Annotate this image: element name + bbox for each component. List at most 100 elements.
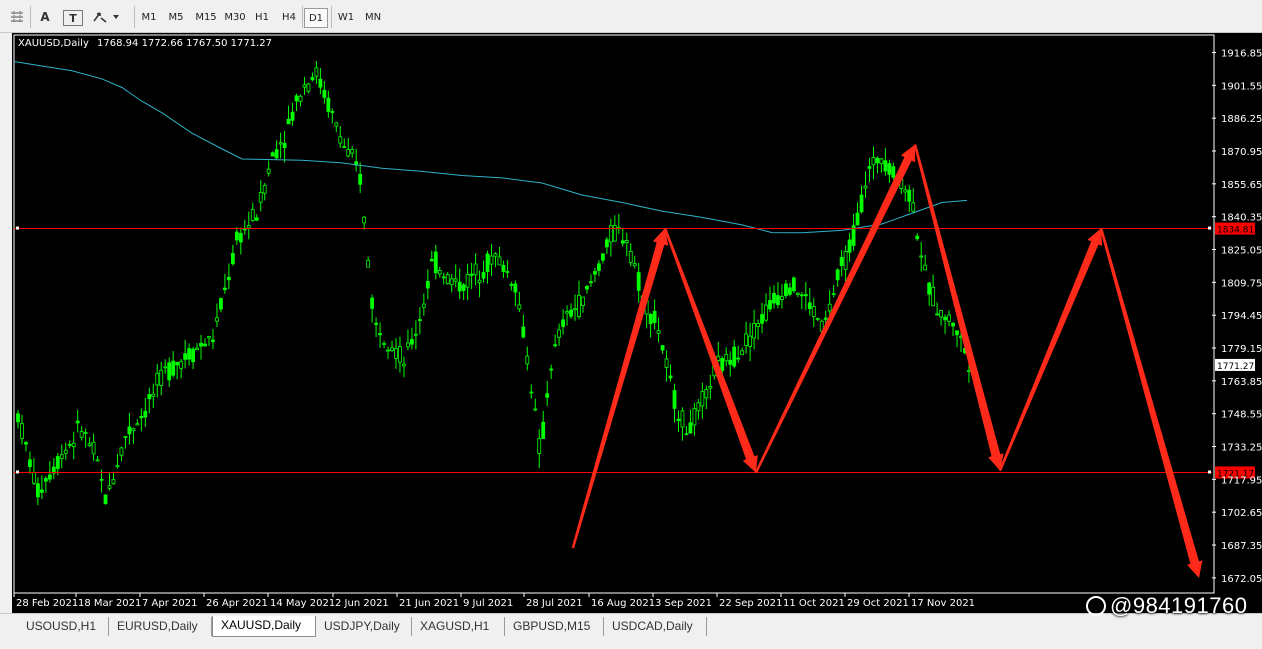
candle-body — [736, 357, 741, 360]
y-tick-label: 1672.05 — [1221, 574, 1262, 585]
candle-body — [529, 391, 534, 394]
tab-xagusd-h1[interactable]: XAGUSD,H1 — [412, 617, 505, 636]
candle-body — [147, 394, 152, 400]
text-label-icon[interactable]: T — [63, 10, 83, 26]
candle-body — [223, 287, 227, 291]
text-icon[interactable]: A — [36, 8, 54, 26]
candle-body — [509, 283, 514, 286]
candle-body — [632, 263, 637, 267]
tab-usdcad-daily[interactable]: USDCAD,Daily — [604, 617, 707, 636]
timeframe-h4[interactable]: H4 — [279, 8, 299, 28]
candle-body — [43, 477, 48, 482]
candle-body — [179, 361, 184, 369]
tab-usousd-h1[interactable]: USOUSD,H1 — [18, 617, 109, 636]
candle-body — [342, 146, 347, 148]
candle-body — [103, 494, 108, 504]
timeframe-m30[interactable]: M30 — [222, 8, 248, 28]
candle-body — [533, 408, 538, 411]
candle-body — [314, 67, 319, 77]
candle-body — [927, 282, 932, 295]
candle-body — [95, 459, 100, 462]
candle-body — [795, 292, 800, 295]
candle-body — [390, 347, 394, 352]
candle-body — [59, 454, 64, 459]
candle-body — [207, 336, 211, 339]
candle-body — [815, 318, 820, 320]
x-tick-label: 18 Mar 2021 — [78, 598, 141, 609]
candle-body — [855, 212, 860, 226]
line-handle — [1208, 470, 1211, 474]
candle-body — [203, 343, 207, 347]
tab-eurusd-daily[interactable]: EURUSD,Daily — [109, 617, 212, 636]
y-tick-label: 1809.75 — [1221, 278, 1262, 289]
candle-body — [330, 111, 335, 113]
arrows-icon[interactable] — [90, 8, 120, 26]
timeframe-m5[interactable]: M5 — [165, 8, 187, 28]
candle-body — [449, 278, 454, 286]
candle-body — [688, 422, 693, 434]
candle-body — [624, 240, 629, 244]
timeframe-h1[interactable]: H1 — [252, 8, 272, 28]
candle-body — [585, 285, 589, 290]
timeframe-m15[interactable]: M15 — [193, 8, 219, 28]
candle-body — [282, 143, 287, 149]
grid-icon[interactable] — [8, 8, 26, 26]
candle-body — [99, 478, 104, 481]
y-tick-label: 1855.65 — [1221, 180, 1262, 191]
candle-body — [700, 391, 705, 407]
y-tick-label: 1870.95 — [1221, 147, 1262, 158]
candle-body — [919, 255, 924, 258]
candle-body — [83, 432, 88, 434]
candle-body — [891, 166, 896, 178]
candle-body — [187, 348, 191, 360]
tab-usdjpy-daily[interactable]: USDJPY,Daily — [316, 617, 412, 636]
price-chart[interactable]: 1834.811721.171771.27 1916.851901.551886… — [12, 33, 1262, 613]
candle-body — [39, 489, 44, 493]
timeframe-m1[interactable]: M1 — [138, 8, 160, 28]
candle-body — [569, 309, 573, 317]
tab-xauusd-daily[interactable]: XAUUSD,Daily — [212, 616, 316, 637]
y-tick-label: 1702.65 — [1221, 508, 1262, 519]
candle-body — [612, 225, 617, 242]
candle-body — [879, 158, 884, 164]
candle-body — [481, 272, 486, 279]
candle-body — [708, 386, 713, 389]
candle-body — [211, 339, 215, 342]
candle-body — [425, 281, 430, 289]
x-tick-label: 26 Apr 2021 — [206, 598, 268, 609]
line-handle — [16, 226, 19, 230]
candle-body — [636, 272, 641, 291]
candle-body — [827, 303, 832, 312]
candle-body — [728, 359, 733, 365]
tab-gbpusd-m15[interactable]: GBPUSD,M15 — [505, 617, 604, 636]
x-tick-label: 28 Feb 2021 — [16, 598, 78, 609]
timeframe-mn[interactable]: MN — [362, 8, 384, 28]
timeframe-d1[interactable]: D1 — [304, 8, 328, 28]
candle-body — [756, 322, 760, 327]
candle-body — [362, 216, 367, 224]
candle-body — [903, 189, 908, 193]
candle-body — [302, 84, 307, 88]
candle-body — [537, 438, 542, 454]
candle-body — [334, 122, 339, 127]
candle-body — [151, 393, 156, 397]
x-tick-label: 3 Sep 2021 — [655, 598, 712, 609]
candle-body — [497, 256, 502, 266]
x-tick-label: 14 May 2021 — [270, 598, 335, 609]
y-tick-label: 1916.85 — [1221, 48, 1262, 59]
x-tick-label: 28 Jul 2021 — [526, 598, 583, 609]
candle-body — [250, 208, 255, 221]
candle-body — [867, 166, 872, 169]
timeframe-w1[interactable]: W1 — [335, 8, 357, 28]
x-tick-label: 17 Nov 2021 — [911, 598, 975, 609]
candle-body — [760, 314, 764, 324]
candle-body — [784, 283, 788, 296]
candle-body — [951, 322, 955, 327]
candle-body — [887, 163, 892, 175]
x-tick-label: 16 Aug 2021 — [591, 598, 655, 609]
candle-body — [318, 78, 323, 88]
candle-body — [294, 95, 299, 102]
candle-body — [807, 302, 812, 309]
candle-body — [402, 363, 406, 367]
candle-body — [417, 319, 422, 321]
